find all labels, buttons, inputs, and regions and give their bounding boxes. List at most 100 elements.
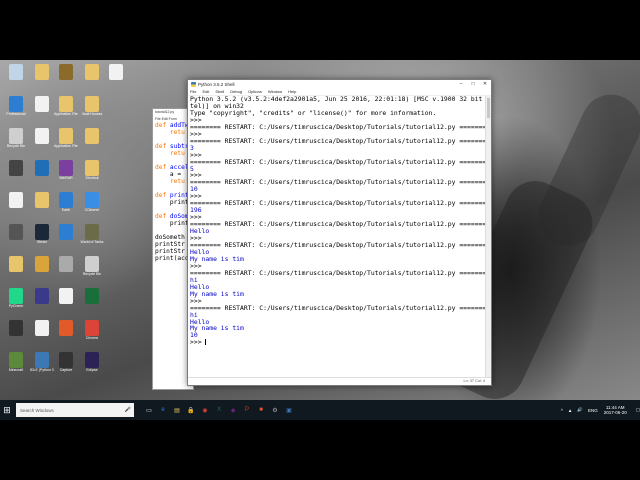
desktop-icon-label: Capture	[59, 368, 73, 372]
shell-line: ======== RESTART: C:/Users/timruscica/De…	[190, 157, 485, 166]
desktop-icon[interactable]	[30, 192, 54, 222]
search-box[interactable]: Search Windows 🎤	[16, 403, 134, 417]
desktop-icon[interactable]: Earth	[54, 192, 78, 222]
taskbar-app-icon[interactable]: ▤	[170, 400, 184, 420]
desktop-icon[interactable]	[30, 160, 54, 190]
desktop-icon[interactable]: World of Tanks	[80, 224, 104, 254]
app-icon	[59, 96, 73, 112]
desktop-icon[interactable]	[4, 256, 28, 286]
microphone-icon[interactable]: 🎤	[125, 407, 131, 413]
desktop-icon[interactable]	[30, 288, 54, 318]
desktop-icon[interactable]: Application Files	[54, 128, 78, 158]
app-icon	[35, 160, 49, 176]
taskbar-app-icon[interactable]: ▭	[142, 400, 156, 420]
desktop-icon[interactable]	[54, 320, 78, 350]
desktop-icon[interactable]: IDLE (Python 3.5 32-bit)	[30, 352, 54, 382]
menu-item-help[interactable]: Help	[288, 89, 296, 94]
bottom-letterbox	[0, 420, 640, 480]
clock[interactable]: 11:44 AM 2017-06-20	[604, 405, 627, 415]
desktop-icon[interactable]	[30, 320, 54, 350]
desktop-icon[interactable]: WinRAR	[54, 160, 78, 190]
desktop-icon[interactable]	[30, 256, 54, 286]
taskbar-app-icon[interactable]: P	[240, 400, 254, 420]
top-letterbox	[0, 0, 640, 60]
menu-item-shell[interactable]: Shell	[215, 89, 224, 94]
desktop-icon-label: Eclipse	[86, 368, 98, 372]
taskbar-app-icon[interactable]: ◆	[226, 400, 240, 420]
desktop-icon[interactable]: Recycle Bin	[4, 128, 28, 158]
shell-output[interactable]: Python 3.5.2 (v3.5.2:4def2a2901a5, Jun 2…	[190, 96, 485, 377]
taskbar-app-icon[interactable]: 🔒	[184, 400, 198, 420]
desktop-icon[interactable]	[80, 288, 104, 318]
taskbar-app-icon[interactable]: ■	[254, 400, 268, 420]
taskbar-app-icon[interactable]: ▣	[282, 400, 296, 420]
shell-line: Hello	[190, 227, 210, 236]
tray-icon[interactable]: ^	[561, 408, 563, 413]
desktop-icon[interactable]: Eclipse	[80, 352, 104, 382]
desktop-icon[interactable]	[54, 256, 78, 286]
desktop-icon[interactable]: Professional	[4, 96, 28, 126]
taskbar-app-icon[interactable]: X	[212, 400, 226, 420]
scrollbar-thumb[interactable]	[487, 98, 490, 118]
shell-line: 5	[190, 164, 194, 173]
taskbar-app-icon[interactable]: e	[156, 400, 170, 420]
desktop-icon[interactable]	[54, 288, 78, 318]
desktop-icon[interactable]	[30, 96, 54, 126]
tray-icon[interactable]: ▲	[568, 408, 572, 413]
taskbar-app-icon[interactable]: ⚙	[268, 400, 282, 420]
shell-line: 10	[190, 331, 198, 340]
shell-scrollbar[interactable]	[485, 96, 491, 377]
minimize-icon[interactable]: –	[455, 81, 467, 87]
desktop-icon[interactable]	[104, 64, 128, 94]
desktop-icon[interactable]	[54, 224, 78, 254]
desktop-icon[interactable]: CCleaner	[80, 192, 104, 222]
tray-icon[interactable]: 🔊	[577, 407, 583, 413]
menu-item-file[interactable]: File	[190, 89, 196, 94]
desktop-icon[interactable]	[4, 160, 28, 190]
desktop-icon[interactable]	[54, 64, 78, 94]
menu-item-options[interactable]: Options	[248, 89, 262, 94]
shell-line: ======== RESTART: C:/Users/timruscica/De…	[190, 220, 485, 229]
shell-titlebar[interactable]: Python 3.5.2 Shell – □ ✕	[188, 80, 491, 88]
menu-item-edit[interactable]: Edit	[202, 89, 209, 94]
desktop-icon-label: Shortcut	[85, 176, 99, 180]
desktop-icon[interactable]: Capture	[54, 352, 78, 382]
taskbar-app-icon[interactable]: ◉	[198, 400, 212, 420]
desktop-icon[interactable]: Minecraft	[4, 352, 28, 382]
text-caret	[205, 339, 207, 346]
desktop-icon[interactable]: PyCharm	[4, 288, 28, 318]
desktop-icon[interactable]	[4, 64, 28, 94]
shell-line: My name is tim	[190, 254, 244, 263]
shell-line: hi	[190, 310, 198, 319]
desktop-icon[interactable]	[4, 192, 28, 222]
desktop-icon[interactable]: Vault Houses	[80, 96, 104, 126]
desktop-icon[interactable]	[30, 64, 54, 94]
app-icon	[9, 192, 23, 208]
tray-icon[interactable]: ENG	[588, 408, 598, 413]
desktop-icon[interactable]	[4, 224, 28, 254]
desktop-icon[interactable]: Shortcut	[80, 160, 104, 190]
maximize-icon[interactable]: □	[467, 81, 479, 87]
clock-date: 2017-06-20	[603, 410, 627, 415]
desktop-icon[interactable]: Application Files	[54, 96, 78, 126]
desktop-icon[interactable]: Recycle Bin	[80, 256, 104, 286]
app-icon	[85, 320, 99, 336]
app-icon	[85, 64, 99, 80]
desktop-icon[interactable]	[80, 64, 104, 94]
desktop-icon[interactable]	[80, 128, 104, 158]
app-icon	[9, 128, 23, 144]
app-icon	[59, 352, 73, 368]
app-icon	[85, 96, 99, 112]
desktop-icon[interactable]: Steam	[30, 224, 54, 254]
windows-start-icon[interactable]: ⊞	[0, 400, 14, 420]
desktop-icon[interactable]: Chrome	[80, 320, 104, 350]
menu-item-debug[interactable]: Debug	[230, 89, 242, 94]
menu-item-window[interactable]: Window	[268, 89, 282, 94]
notifications-icon[interactable]: ▢	[636, 407, 640, 413]
desktop-icon[interactable]	[30, 128, 54, 158]
python-shell-window[interactable]: Python 3.5.2 Shell – □ ✕ File Edit Shell De…	[187, 79, 492, 386]
shell-line: ======== RESTART: C:/Users/timruscica/De…	[190, 241, 485, 250]
close-icon[interactable]: ✕	[479, 81, 491, 87]
desktop-icon[interactable]	[4, 320, 28, 350]
app-icon	[85, 352, 99, 368]
